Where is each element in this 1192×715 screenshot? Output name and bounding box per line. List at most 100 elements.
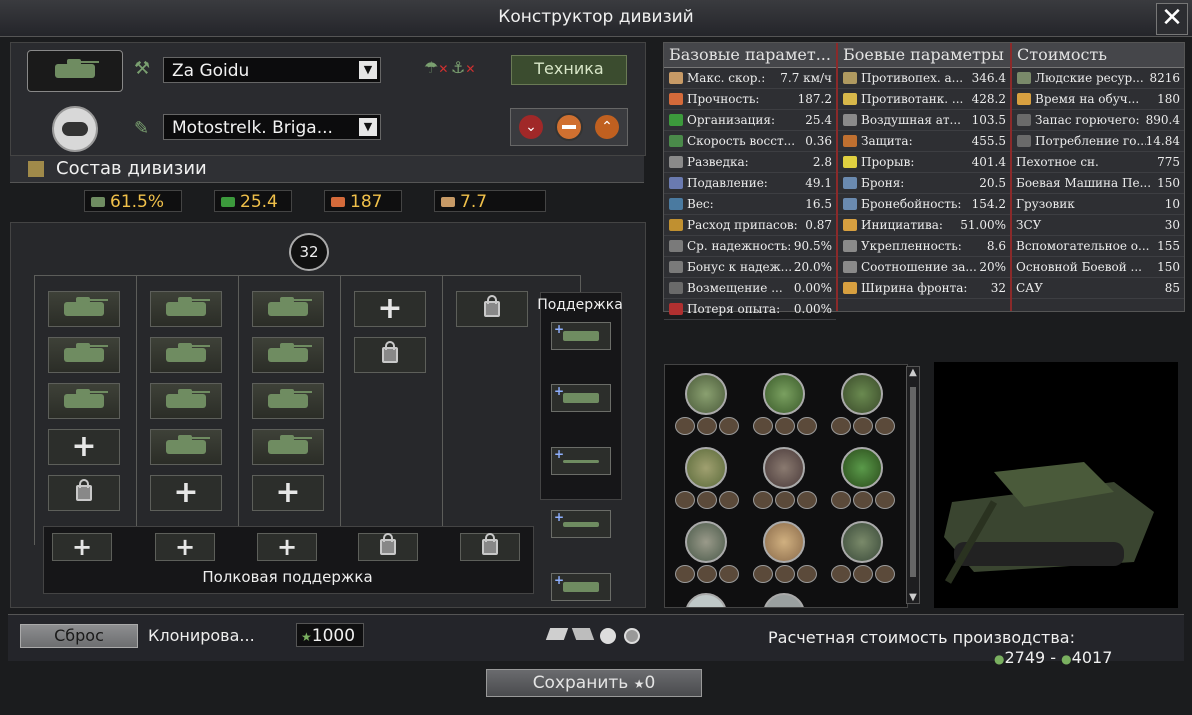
terrain-item[interactable]	[825, 373, 897, 437]
stat-icon	[669, 177, 683, 189]
terrain-icon	[763, 373, 805, 415]
locked-slot	[354, 337, 426, 373]
terrain-item[interactable]	[747, 593, 819, 607]
terrain-item[interactable]	[825, 447, 897, 511]
terrain-item[interactable]	[825, 521, 897, 585]
stat-icon	[843, 282, 857, 294]
night-icon[interactable]	[624, 628, 640, 644]
demote-icon[interactable]: ⌄	[519, 115, 543, 139]
stat-value: 155	[1157, 239, 1180, 253]
terrain-item[interactable]	[747, 447, 819, 511]
division-name-dropdown[interactable]: Motostrelk. Briga... ▼	[163, 114, 381, 140]
stat-row: Потребление го... 14.84	[1012, 131, 1184, 152]
land-icon[interactable]	[545, 628, 569, 640]
battalion-slot[interactable]	[150, 383, 222, 419]
stat-row: Бронебойность: 154.2	[838, 194, 1010, 215]
terrain-badge	[719, 565, 739, 583]
chevron-down-icon[interactable]: ▼	[359, 61, 377, 79]
terrain-icon	[841, 373, 883, 415]
scroll-up-icon[interactable]: ▲	[907, 367, 919, 378]
neutral-icon[interactable]	[555, 113, 583, 141]
stat-row: Грузовик 10	[1012, 194, 1184, 215]
scroll-down-icon[interactable]: ▼	[907, 592, 919, 603]
lock-icon	[76, 479, 92, 501]
terrain-icon	[685, 447, 727, 489]
terrain-badge	[875, 417, 895, 435]
battalion-slot[interactable]	[150, 291, 222, 327]
division-icon-button[interactable]	[27, 50, 123, 92]
stat-value: 0.00%	[793, 302, 832, 316]
stat-icon	[669, 219, 683, 231]
terrain-item[interactable]	[669, 447, 741, 511]
support-company-slot[interactable]: +	[551, 573, 611, 601]
promote-icon[interactable]: ⌃	[595, 115, 619, 139]
terrain-item[interactable]	[669, 521, 741, 585]
support-company-slot[interactable]: +	[551, 322, 611, 350]
terrain-item[interactable]	[669, 373, 741, 437]
grid-line	[442, 275, 443, 545]
battalion-slot[interactable]	[252, 337, 324, 373]
tank-icon	[166, 343, 210, 362]
add-battalion-button[interactable]: +	[48, 429, 120, 465]
add-regiment-support-button[interactable]: +	[52, 533, 112, 561]
reset-button[interactable]: Сброс	[20, 624, 138, 648]
signal-icon	[563, 521, 599, 527]
battalion-slot[interactable]	[252, 291, 324, 327]
stat-value: 150	[1157, 176, 1180, 190]
battalion-slot[interactable]	[48, 291, 120, 327]
stat-icon	[843, 177, 857, 189]
add-battalion-button[interactable]: +	[150, 475, 222, 511]
naval-icon[interactable]	[571, 628, 595, 640]
equipment-button[interactable]: Техника	[511, 55, 627, 85]
add-regiment-support-button[interactable]: +	[155, 533, 215, 561]
plus-icon: +	[173, 475, 199, 510]
terrain-scrollbar[interactable]: ▲ ▼	[906, 366, 920, 604]
terrain-badge	[875, 565, 895, 583]
battalion-slot[interactable]	[150, 429, 222, 465]
battalion-slot[interactable]	[252, 383, 324, 419]
terrain-item[interactable]	[747, 373, 819, 437]
grid-line	[580, 275, 581, 293]
template-dropdown[interactable]: Za Goidu ▼	[163, 57, 381, 83]
division-symbol-button[interactable]	[52, 106, 98, 152]
stat-icon	[843, 135, 857, 147]
add-battalion-button[interactable]: +	[252, 475, 324, 511]
terrain-item[interactable]	[669, 593, 741, 607]
tank-icon	[91, 197, 105, 207]
battalion-slot[interactable]	[150, 337, 222, 373]
stat-label: Прорыв:	[861, 155, 915, 169]
grid-line	[238, 275, 239, 545]
globe-icon[interactable]	[600, 628, 616, 644]
add-battalion-button[interactable]: +	[354, 291, 426, 327]
stat-row: Время на обуч... 180	[1012, 89, 1184, 110]
battalion-slot[interactable]	[252, 429, 324, 465]
stats-table: Базовые парамет... Макс. скор.: 7.7 км/ч П…	[663, 42, 1185, 320]
stat-label: Инициатива:	[861, 218, 943, 232]
scroll-thumb[interactable]	[910, 387, 916, 577]
stat-icon	[669, 114, 683, 126]
stat-value: 0.87	[805, 218, 832, 232]
battalion-slot[interactable]	[48, 383, 120, 419]
support-company-slot[interactable]: +	[551, 510, 611, 538]
support-company-slot[interactable]: +	[551, 384, 611, 412]
close-button[interactable]: ✕	[1156, 3, 1188, 35]
chevron-down-icon[interactable]: ▼	[359, 118, 377, 136]
locked-slot	[48, 475, 120, 511]
stat-value: 20.0%	[793, 260, 832, 274]
battalion-slot[interactable]	[48, 337, 120, 373]
stat-value: 103.5	[971, 113, 1006, 127]
support-company-slot[interactable]: +	[551, 447, 611, 475]
clone-button[interactable]: Клонирова...	[148, 626, 255, 645]
stat-value: 51.00%	[960, 218, 1006, 232]
add-regiment-support-button[interactable]: +	[257, 533, 317, 561]
marine-icon[interactable]: ⚓✕	[451, 58, 475, 77]
stat-label: Скорость восст...	[687, 134, 796, 148]
grid-line	[136, 275, 137, 545]
save-button[interactable]: Сохранить ★0	[486, 669, 702, 697]
base-stats-header: Базовые парамет...	[664, 43, 836, 68]
strength-icon	[331, 197, 345, 207]
stat-row: САУ 85	[1012, 278, 1184, 299]
terrain-item[interactable]	[747, 521, 819, 585]
parachute-icon[interactable]: ☂✕	[424, 58, 448, 77]
stat-label: Потеря опыта:	[687, 302, 781, 316]
